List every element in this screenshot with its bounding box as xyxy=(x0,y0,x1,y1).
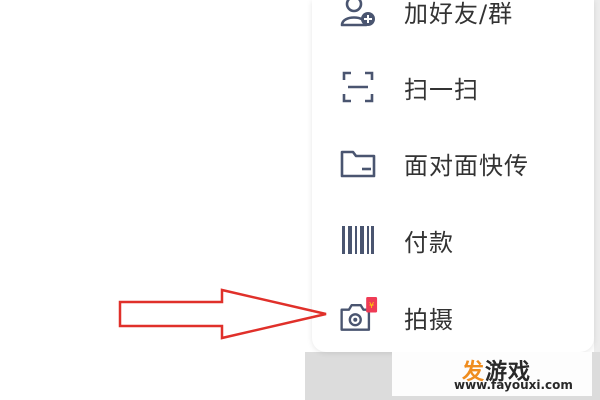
scan-icon xyxy=(338,67,378,107)
menu-item-payment[interactable]: 付款 xyxy=(312,203,594,277)
folder-transfer-icon xyxy=(338,143,378,183)
barcode-icon xyxy=(338,220,378,260)
watermark-url: www.fayouxi.com xyxy=(454,378,573,392)
menu-item-face-to-face-transfer[interactable]: 面对面快传 xyxy=(312,126,594,200)
menu-item-label: 面对面快传 xyxy=(404,151,529,180)
menu-item-label: 付款 xyxy=(404,228,454,257)
plus-popup-menu: 加好友/群 扫一扫 面对面快传 付款 ¥ 拍摄 xyxy=(312,0,594,352)
red-arrow-icon xyxy=(118,288,330,344)
menu-item-label: 拍摄 xyxy=(404,305,454,334)
add-contact-icon xyxy=(338,0,378,31)
menu-item-scan[interactable]: 扫一扫 xyxy=(312,50,594,124)
badge-text: ¥ xyxy=(369,300,374,310)
menu-item-camera[interactable]: ¥ 拍摄 xyxy=(312,280,594,354)
menu-item-label: 扫一扫 xyxy=(404,75,479,104)
site-watermark: 发游戏 www.fayouxi.com xyxy=(392,352,592,396)
menu-item-label: 加好友/群 xyxy=(404,0,514,28)
right-edge-strip xyxy=(594,0,600,400)
camera-icon: ¥ xyxy=(338,297,378,337)
menu-item-add-friend[interactable]: 加好友/群 xyxy=(312,0,594,48)
